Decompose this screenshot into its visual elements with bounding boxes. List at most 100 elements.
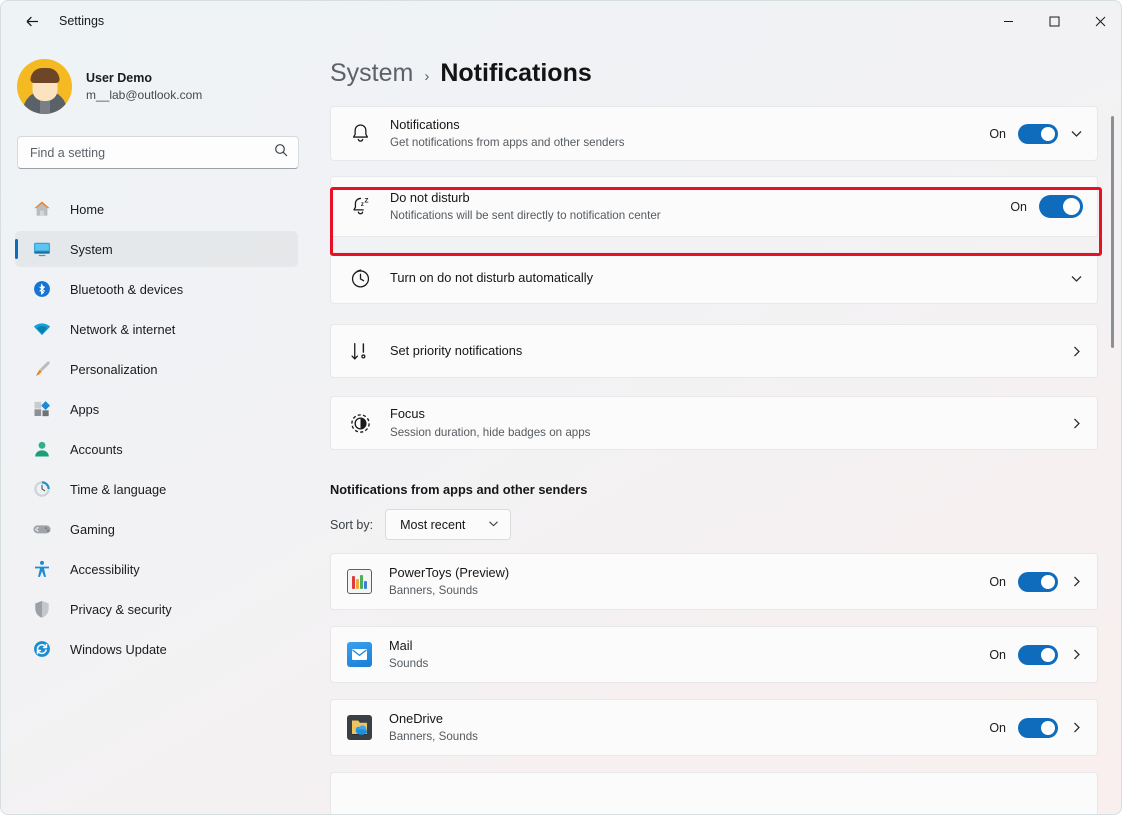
setting-title: Do not disturb — [390, 189, 470, 205]
breadcrumb-parent[interactable]: System — [330, 59, 413, 88]
toggle-state-label: On — [989, 647, 1006, 662]
app-detail: Sounds — [389, 657, 429, 671]
sidebar-item-privacy-security[interactable]: Privacy & security — [15, 591, 298, 627]
sidebar-item-label: Network & internet — [70, 321, 176, 337]
bell-icon — [347, 121, 373, 147]
paintbrush-icon — [31, 358, 53, 380]
apps-section-heading: Notifications from apps and other sender… — [330, 482, 588, 497]
app-row[interactable] — [330, 772, 1098, 814]
powertoys-icon — [347, 569, 372, 594]
close-button[interactable] — [1077, 1, 1121, 41]
chevron-down-icon — [488, 518, 499, 532]
toggle-switch[interactable] — [1018, 644, 1058, 665]
app-name: PowerToys (Preview) — [389, 564, 510, 580]
scrollbar[interactable] — [1107, 45, 1118, 810]
avatar — [17, 59, 72, 114]
toggle-switch[interactable] — [1018, 123, 1058, 144]
chevron-down-icon[interactable] — [1070, 127, 1083, 140]
settings-cards-list: Notifications Get notifications from apps… — [313, 106, 1121, 450]
breadcrumb-separator-icon: › — [424, 68, 430, 85]
user-profile[interactable]: User Demo m__lab@outlook.com — [17, 59, 313, 114]
chevron-right-icon[interactable] — [1070, 417, 1083, 430]
sidebar-item-label: Personalization — [70, 361, 158, 377]
sidebar-nav: Home System Bluetooth & devices Network & i… — [15, 191, 313, 667]
sidebar: User Demo m__lab@outlook.com Home System B… — [1, 41, 313, 814]
svg-text:Z: Z — [364, 197, 368, 204]
toggle-state-label: On — [1010, 199, 1027, 214]
toggle-switch[interactable] — [1018, 571, 1058, 592]
sidebar-item-label: Bluetooth & devices — [70, 281, 184, 297]
app-detail: Banners, Sounds — [389, 730, 478, 744]
setting-card-do-not-disturb[interactable]: z Z Do not disturb Notifications will be se… — [330, 176, 1098, 237]
sidebar-item-gaming[interactable]: Gaming — [15, 511, 298, 547]
app-row[interactable]: PowerToys (Preview) Banners, Sounds On — [330, 553, 1098, 610]
chevron-right-icon[interactable] — [1070, 648, 1083, 661]
sidebar-item-label: Privacy & security — [70, 601, 172, 617]
search-input[interactable] — [30, 145, 274, 160]
sidebar-item-accessibility[interactable]: Accessibility — [15, 551, 298, 587]
person-icon — [31, 438, 53, 460]
sidebar-item-bluetooth-devices[interactable]: Bluetooth & devices — [15, 271, 298, 307]
toggle-state-label: On — [989, 126, 1006, 141]
chevron-right-icon[interactable] — [1070, 721, 1083, 734]
back-button[interactable] — [15, 6, 49, 36]
sidebar-item-time-language[interactable]: Time & language — [15, 471, 298, 507]
sidebar-item-system[interactable]: System — [15, 231, 298, 267]
setting-card-focus[interactable]: Focus Session duration, hide badges on ap… — [330, 396, 1098, 450]
title-bar: Settings — [1, 1, 1121, 41]
apps-grid-icon — [31, 398, 53, 420]
setting-card-set-priority-notifications[interactable]: Set priority notifications — [330, 324, 1098, 378]
app-detail: Banners, Sounds — [389, 584, 478, 598]
focus-icon — [347, 410, 373, 436]
apps-list: PowerToys (Preview) Banners, Sounds On Mail… — [313, 553, 1121, 814]
settings-window: Settings User Demo m__lab@outlook.com Fi… — [0, 0, 1122, 815]
svg-text:z: z — [360, 202, 363, 208]
sidebar-item-network-internet[interactable]: Network & internet — [15, 311, 298, 347]
sort-by-dropdown[interactable]: Most recent — [385, 509, 512, 540]
scrollbar-thumb[interactable] — [1111, 116, 1114, 348]
toggle-switch[interactable] — [1039, 195, 1083, 218]
sidebar-item-label: Accessibility — [70, 561, 140, 577]
sort-row: Sort by: Most recent — [330, 509, 1121, 540]
sidebar-item-label: Windows Update — [70, 641, 167, 657]
priority-sort-icon — [347, 338, 373, 364]
maximize-button[interactable] — [1031, 1, 1077, 41]
window-controls — [985, 1, 1121, 41]
search-icon — [274, 143, 288, 162]
shield-icon — [31, 598, 53, 620]
gamepad-icon — [31, 518, 53, 540]
minimize-button[interactable] — [985, 1, 1031, 41]
setting-title: Turn on do not disturb automatically — [390, 269, 593, 285]
setting-title: Notifications — [390, 116, 460, 132]
sort-by-value: Most recent — [400, 517, 466, 532]
app-row[interactable]: Mail Sounds On — [330, 626, 1098, 683]
toggle-switch[interactable] — [1018, 717, 1058, 738]
breadcrumb: System › Notifications — [330, 59, 1121, 88]
onedrive-icon — [347, 715, 372, 740]
setting-subtitle: Session duration, hide badges on apps — [390, 425, 591, 439]
bluetooth-icon — [31, 278, 53, 300]
setting-card-turn-on-do-not-disturb-automatically[interactable]: Turn on do not disturb automatically — [330, 252, 1098, 304]
chevron-right-icon[interactable] — [1070, 575, 1083, 588]
sidebar-item-label: Time & language — [70, 481, 167, 497]
clock-globe-icon — [31, 478, 53, 500]
app-title: Settings — [59, 14, 105, 28]
sidebar-item-personalization[interactable]: Personalization — [15, 351, 298, 387]
sidebar-item-label: Gaming — [70, 521, 115, 537]
sidebar-item-apps[interactable]: Apps — [15, 391, 298, 427]
setting-subtitle: Get notifications from apps and other se… — [390, 136, 625, 150]
search-box[interactable] — [17, 136, 299, 169]
sort-by-label: Sort by: — [330, 517, 374, 532]
sidebar-item-accounts[interactable]: Accounts — [15, 431, 298, 467]
home-icon — [31, 198, 53, 220]
toggle-state-label: On — [989, 720, 1006, 735]
system-monitor-icon — [31, 238, 53, 260]
chevron-right-icon[interactable] — [1070, 345, 1083, 358]
app-name: Mail — [389, 637, 413, 653]
setting-card-notifications[interactable]: Notifications Get notifications from apps… — [330, 106, 1098, 161]
mail-icon — [347, 642, 372, 667]
chevron-down-icon[interactable] — [1070, 272, 1083, 285]
sidebar-item-windows-update[interactable]: Windows Update — [15, 631, 298, 667]
sidebar-item-home[interactable]: Home — [15, 191, 298, 227]
app-row[interactable]: OneDrive Banners, Sounds On — [330, 699, 1098, 756]
